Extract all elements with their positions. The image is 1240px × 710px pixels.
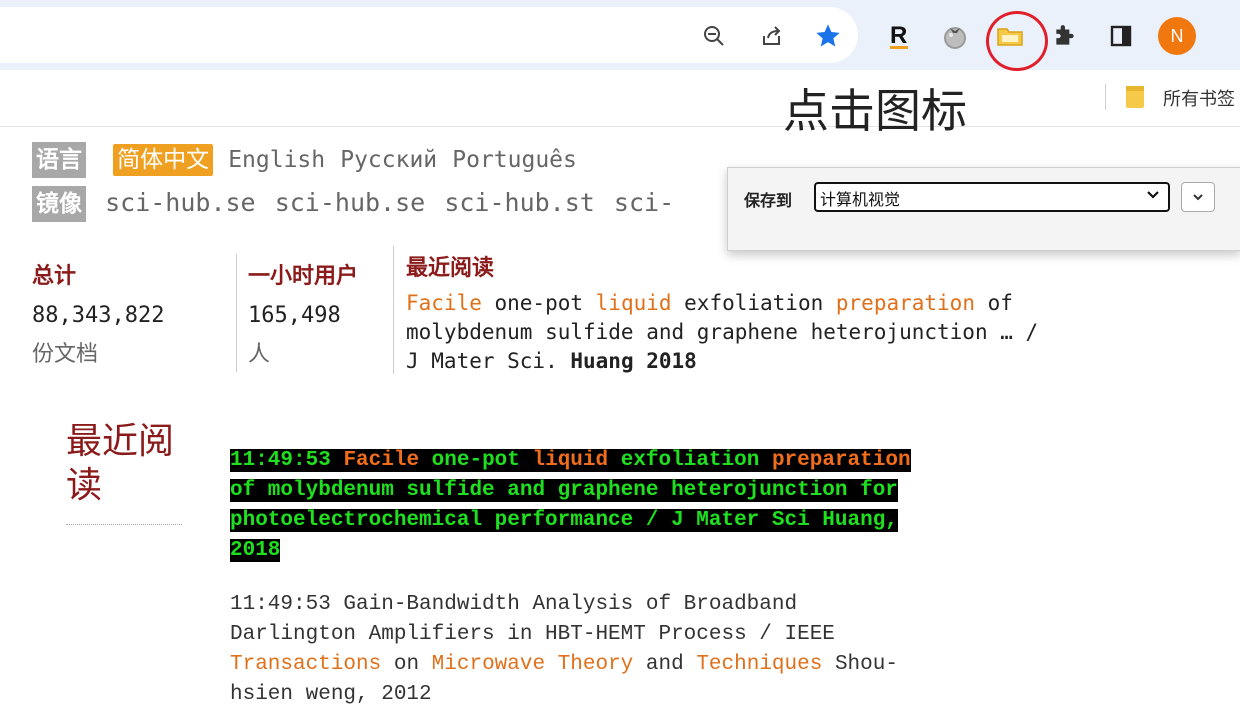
total-unit: 份文档 [32,342,99,367]
language-link-english[interactable]: English [228,147,325,173]
text: hsien weng, 2012 [230,683,432,706]
expand-button[interactable] [1181,182,1215,212]
recent-entry-highlighted[interactable]: 11:49:53 Facile one-pot liquid exfoliati… [230,446,1052,566]
r-extension-icon[interactable]: R [884,20,914,52]
puzzle-extensions-icon[interactable] [1050,22,1080,50]
bookmark-folder-icon[interactable] [1124,84,1146,114]
star-icon[interactable] [812,20,844,52]
users-value: 165,498 [248,303,341,328]
keyword: preparation [771,449,911,472]
side-panel-icon[interactable] [1106,22,1136,50]
recent-reads-label: 最近阅读 [66,421,175,506]
save-to-label: 保存到 [744,191,793,210]
mirror-link[interactable]: sci-hub.se [275,188,426,217]
mirror-chip: 镜像 [32,186,86,222]
text: photoelectrochemical performance / J Mat… [230,509,898,532]
tomato-extension-icon[interactable] [938,20,972,52]
bookmarks-bar [0,70,1240,127]
language-link-portuguese[interactable]: Português [452,147,577,173]
keyword: Facile [406,291,482,315]
text: 11:49:53 Gain-Bandwidth Analysis of Broa… [230,593,798,616]
svg-text:R: R [890,22,907,49]
text: one-pot [419,449,533,472]
keyword: Microwave Theory [431,653,634,676]
all-bookmarks-link[interactable]: 所有书签 [1163,85,1235,111]
recent-summary-link[interactable]: Facile one-pot liquid exfoliation prepar… [406,289,1226,376]
language-active[interactable]: 简体中文 [113,144,214,176]
keyword: liquid [532,449,609,472]
total-value: 88,343,822 [32,303,165,328]
recent-heading: 最近阅读 [406,256,495,281]
mirror-link[interactable]: sci- [614,188,674,217]
annotation-text: 点击图标 [783,84,967,138]
text: molybdenum sulfide and graphene heteroju… [406,320,1039,344]
text: J Mater Sci. [406,349,571,373]
text: 2018 [230,539,281,562]
folder-select-value: 计算机视觉 [820,190,901,209]
bookmarks-separator [1105,84,1106,110]
keyword: preparation [835,291,975,315]
dotted-divider [66,524,182,525]
text: on [381,653,432,676]
profile-initial: N [1170,25,1184,46]
chevron-down-icon [1193,194,1203,201]
mirror-link[interactable]: sci-hub.se [105,188,256,217]
address-bar[interactable] [0,7,858,63]
mirror-row: 镜像 sci-hub.se sci-hub.se sci-hub.st sci- [32,186,674,222]
text: of molybdenum sulfide and graphene heter… [230,479,898,502]
keyword: liquid [595,291,672,315]
text: one-pot [481,291,596,315]
zoom-icon[interactable] [700,22,728,50]
keyword: Facile [343,449,420,472]
text: Shou- [822,653,898,676]
annotation-circle [986,11,1048,71]
users-unit: 人 [248,342,271,367]
keyword: Techniques [696,653,823,676]
text: exfoliation [671,291,836,315]
stat-divider [393,246,394,374]
language-row: 语言 简体中文 English Русский Português [32,142,577,178]
language-chip: 语言 [32,142,86,178]
language-link-russian[interactable]: Русский [340,147,437,173]
text: of [974,291,1013,315]
recent-entry[interactable]: 11:49:53 Gain-Bandwidth Analysis of Broa… [230,590,1040,710]
text: Darlington Amplifiers in HBT-HEMT Proces… [230,623,835,646]
total-heading: 总计 [32,264,77,289]
entry-time: 11:49:53 [230,449,331,472]
text: exfoliation [608,449,772,472]
chevron-down-icon [1146,188,1160,206]
keyword: Transactions [230,653,382,676]
share-icon[interactable] [758,22,786,50]
author-year: Huang 2018 [570,349,697,373]
users-heading: 一小时用户 [248,264,359,289]
text: and [633,653,697,676]
mirror-link[interactable]: sci-hub.st [444,188,595,217]
profile-avatar[interactable]: N [1158,17,1196,55]
stat-divider [236,254,237,372]
